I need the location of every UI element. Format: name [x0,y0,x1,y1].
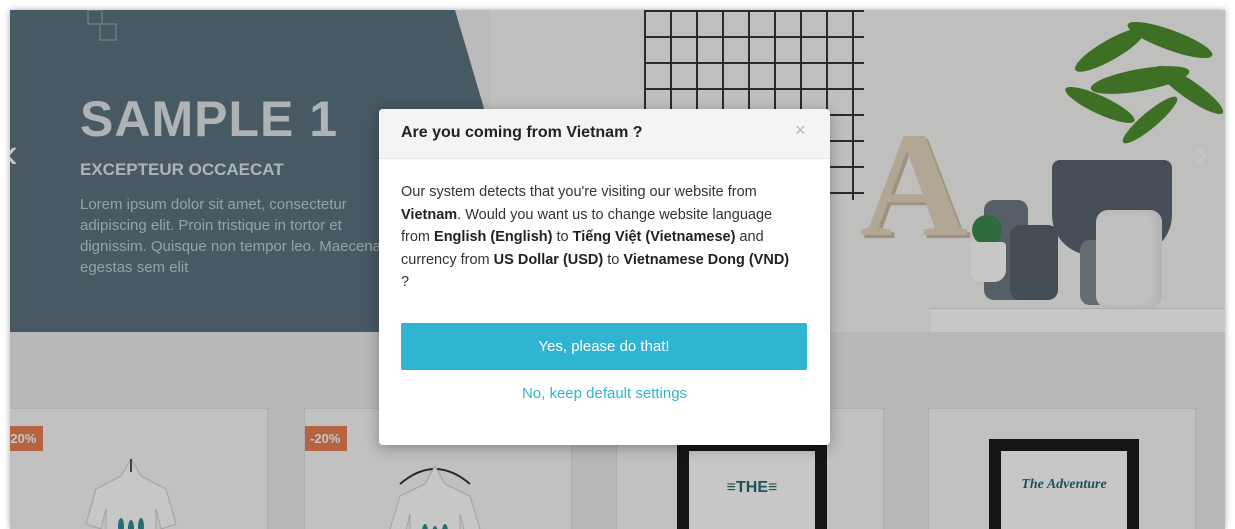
message-text: to [603,251,624,268]
target-language: Tiếng Việt (Vietnamese) [572,229,736,245]
message-text: to [552,229,573,245]
confirm-button[interactable]: Yes, please do that! [401,323,807,370]
modal-title: Are you coming from Vietnam ? [401,124,643,141]
current-language: English (English) [434,229,553,245]
geo-redirect-modal: Are you coming from Vietnam ? × Our syst… [379,109,830,445]
modal-message: Our system detects that you're visiting … [401,181,801,294]
detected-country: Vietnam [401,206,458,223]
modal-header: Are you coming from Vietnam ? × [379,109,830,159]
target-currency: Vietnamese Dong (VND) [623,251,790,268]
current-currency: US Dollar (USD) [493,251,604,268]
message-text: ? [401,274,410,290]
decline-link[interactable]: No, keep default settings [379,385,830,402]
message-text: Our system detects that you're visiting … [401,184,757,200]
close-icon[interactable]: × [795,121,806,139]
